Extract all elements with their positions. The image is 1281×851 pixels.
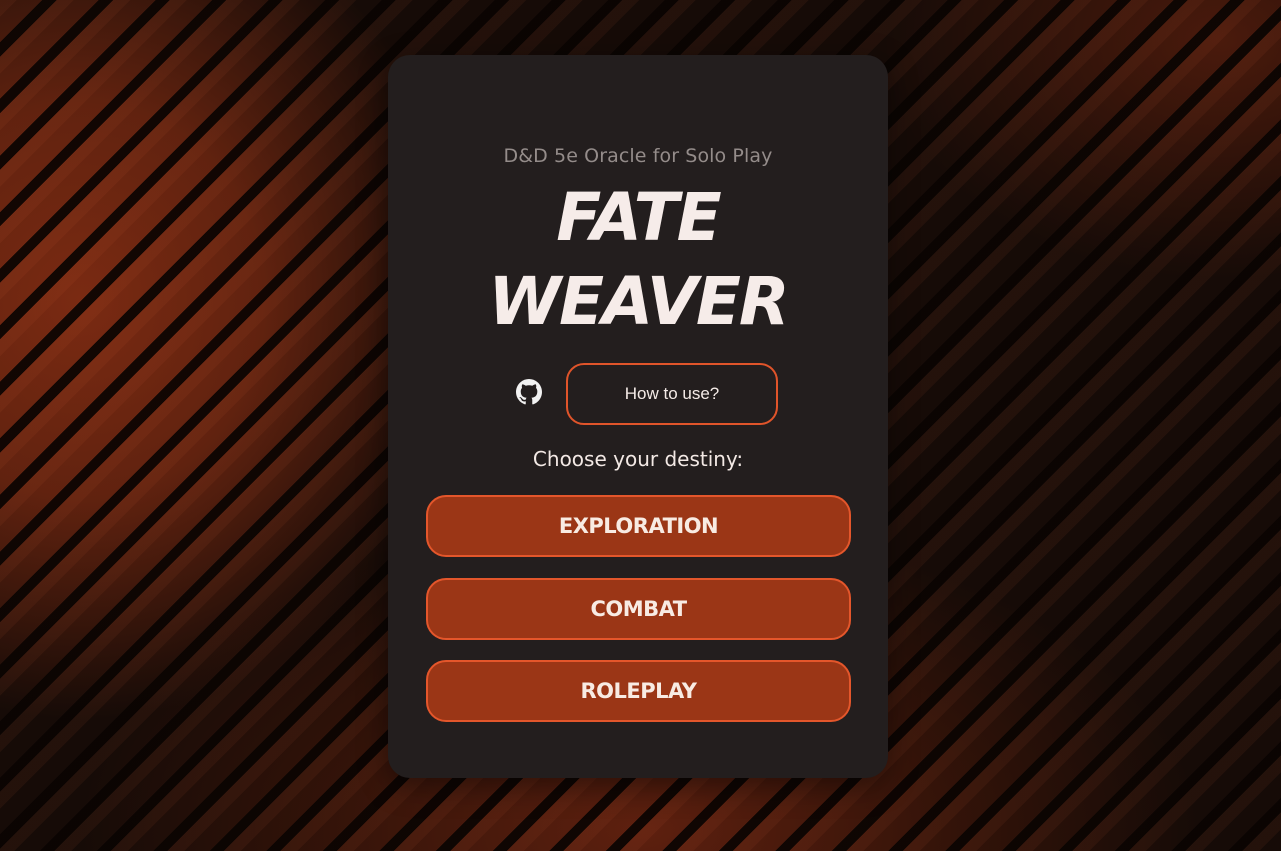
oracle-card: D&D 5e Oracle for Solo Play FATE WEAVER …: [388, 55, 888, 778]
choose-destiny-prompt: Choose your destiny:: [532, 447, 744, 471]
app-title-line-1: FATE: [556, 179, 721, 256]
app-title-line-2: WEAVER: [488, 263, 789, 340]
exploration-button[interactable]: EXPLORATION: [426, 495, 851, 557]
github-link[interactable]: [516, 379, 542, 405]
github-icon: [516, 379, 542, 405]
how-to-use-button[interactable]: How to use?: [566, 363, 778, 425]
links-row: How to use?: [388, 363, 888, 425]
combat-button[interactable]: COMBAT: [426, 578, 851, 640]
app-subtitle: D&D 5e Oracle for Solo Play: [503, 145, 773, 167]
roleplay-button[interactable]: ROLEPLAY: [426, 660, 851, 722]
